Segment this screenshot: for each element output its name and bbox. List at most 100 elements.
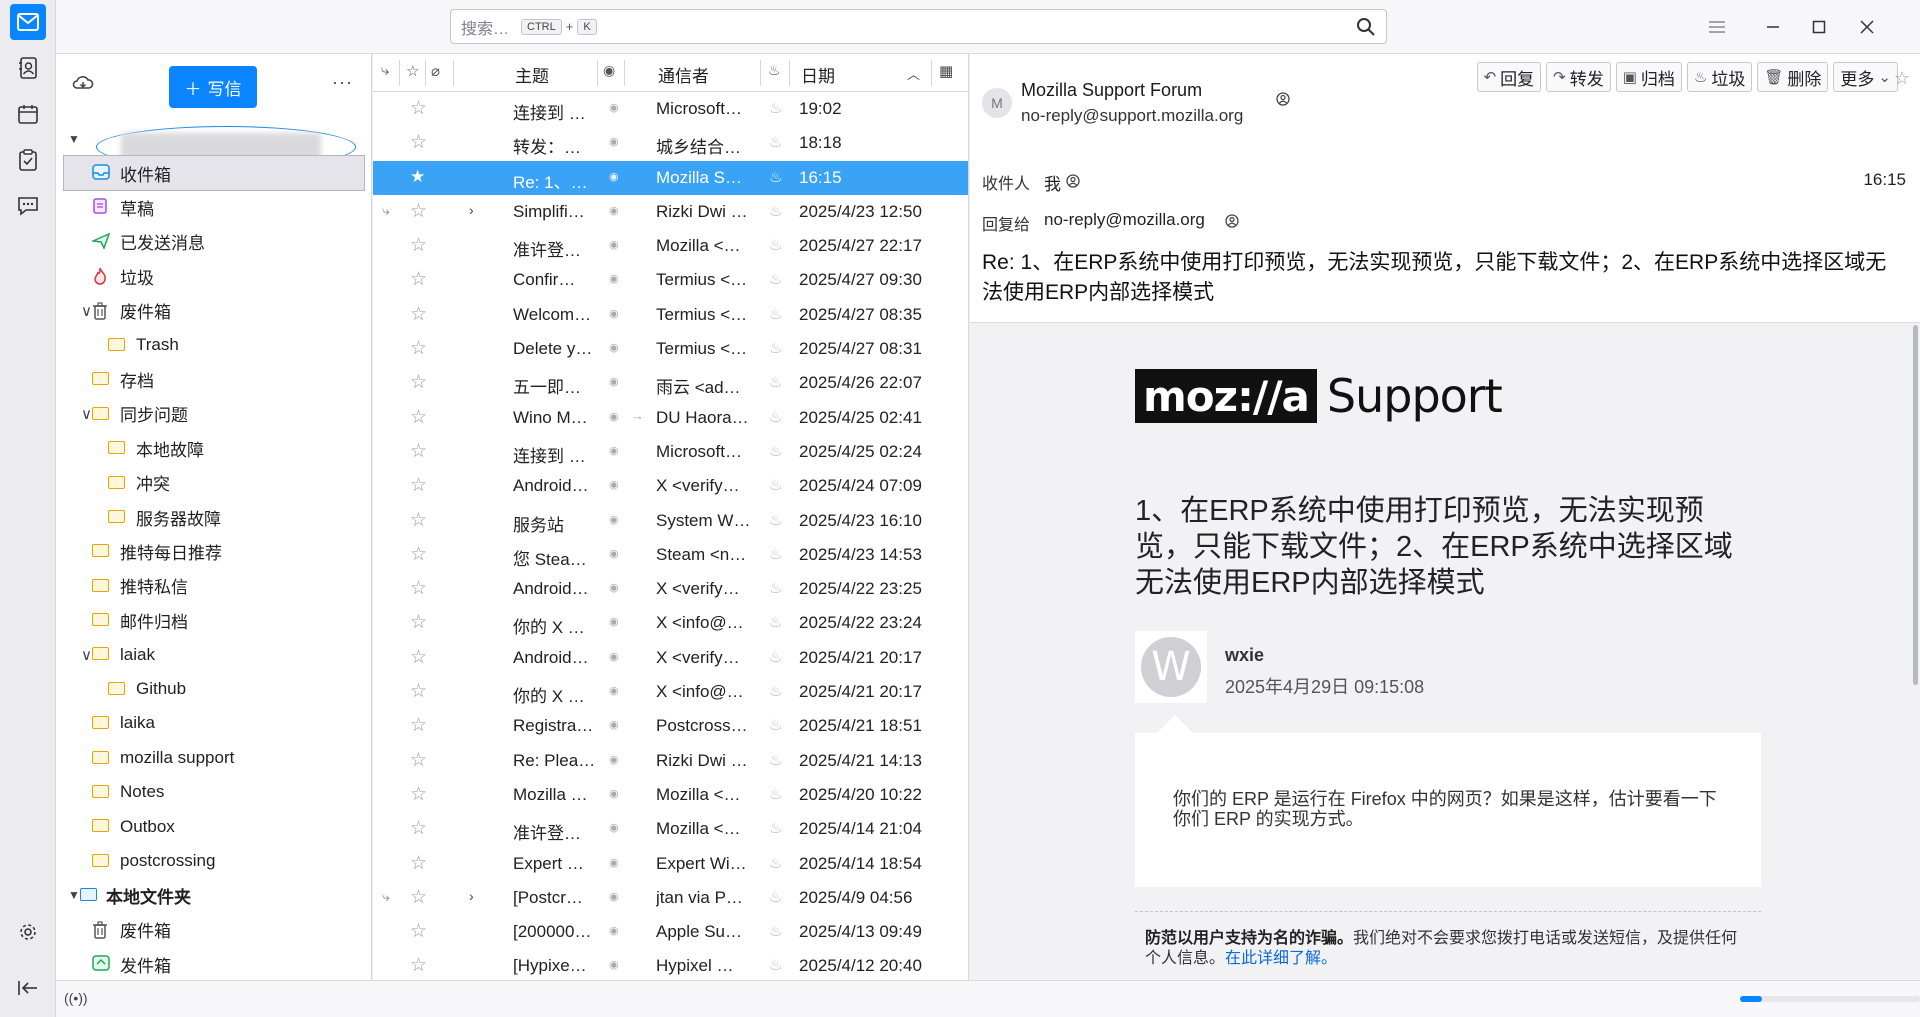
tasks-icon[interactable] [10, 142, 46, 178]
junk-status-icon[interactable]: ♨ [769, 511, 782, 529]
folder-item[interactable]: Github [56, 672, 371, 706]
junk-status-icon[interactable]: ♨ [769, 133, 782, 151]
read-status-column-icon[interactable]: ◉ [603, 62, 615, 79]
junk-status-icon[interactable]: ♨ [769, 751, 782, 769]
folder-item[interactable]: 冲突 [56, 466, 371, 500]
folder-item[interactable]: Outbox [56, 809, 371, 843]
star-column-icon[interactable]: ☆ [406, 62, 419, 80]
folder-item[interactable]: ∨ 同步问题 [56, 397, 371, 431]
message-row[interactable]: ☆ [200000… ◉ Apple Su… ♨ 2025/4/13 09:49 [373, 915, 968, 949]
junk-status-icon[interactable]: ♨ [769, 305, 782, 323]
address-book-icon[interactable] [10, 50, 46, 86]
star-icon[interactable]: ☆ [410, 440, 428, 463]
subject-column-header[interactable]: 主题 [515, 62, 549, 87]
read-status-icon[interactable]: ◉ [609, 547, 619, 560]
more-button[interactable]: 更多 ⌄ [1833, 62, 1898, 92]
junk-status-icon[interactable]: ♨ [769, 168, 782, 186]
folder-item[interactable]: 推特私信 [56, 569, 371, 603]
junk-status-icon[interactable]: ♨ [769, 236, 782, 254]
message-row[interactable]: ☆ Expert … ◉ Expert Wi… ♨ 2025/4/14 18:54 [373, 847, 968, 881]
message-row[interactable]: ☆ 连接到 … ◉ Microsoft… ♨ 19:02 [373, 92, 968, 126]
junk-status-icon[interactable]: ♨ [769, 99, 782, 117]
learn-more-link[interactable]: 在此详细了解。 [1225, 950, 1337, 967]
folder-item[interactable]: ∨ 废件箱 [56, 294, 371, 328]
star-icon[interactable]: ☆ [410, 886, 428, 909]
read-status-icon[interactable]: ◉ [609, 101, 619, 114]
read-status-icon[interactable]: ◉ [609, 513, 619, 526]
star-icon[interactable]: ☆ [410, 303, 428, 326]
read-status-icon[interactable]: ◉ [609, 341, 619, 354]
write-button[interactable]: ＋ 写信 [169, 66, 257, 108]
search-icon[interactable] [1354, 15, 1378, 39]
junk-status-icon[interactable]: ♨ [769, 956, 782, 974]
message-row[interactable]: ☆ 转发：… ◉ 城乡结合… ♨ 18:18 [373, 126, 968, 160]
junk-status-icon[interactable]: ♨ [769, 682, 782, 700]
message-row[interactable]: ☆ 五一即… ◉ 雨云 <ad… ♨ 2025/4/26 22:07 [373, 366, 968, 400]
date-column-header[interactable]: 日期 [801, 62, 835, 87]
message-row[interactable]: ☆ Mozilla … ◉ Mozilla <… ♨ 2025/4/20 10:22 [373, 778, 968, 812]
read-status-icon[interactable]: ◉ [609, 650, 619, 663]
star-icon[interactable]: ☆ [1894, 68, 1910, 89]
folder-item[interactable]: 邮件归档 [56, 603, 371, 637]
chat-icon[interactable] [10, 188, 46, 224]
star-icon[interactable]: ☆ [410, 337, 428, 360]
star-icon[interactable]: ☆ [410, 371, 428, 394]
contact-icon[interactable] [1066, 174, 1080, 193]
junk-status-icon[interactable]: ♨ [769, 922, 782, 940]
message-row[interactable]: ☆ Welcom… ◉ Termius <… ♨ 2025/4/27 08:35 [373, 298, 968, 332]
junk-button[interactable]: ♨ 垃圾 [1686, 62, 1753, 92]
junk-status-icon[interactable]: ♨ [769, 579, 782, 597]
calendar-icon[interactable] [10, 96, 46, 132]
attachment-column-icon[interactable]: ⌀ [431, 62, 440, 80]
message-row[interactable]: ☆ 你的 X … ◉ X <info@… ♨ 2025/4/22 23:24 [373, 606, 968, 640]
star-icon[interactable]: ☆ [410, 852, 428, 875]
junk-status-icon[interactable]: ♨ [769, 339, 782, 357]
folder-item[interactable]: 草稿 [56, 190, 371, 224]
read-status-icon[interactable]: ◉ [609, 307, 619, 320]
correspondent-column-header[interactable]: 通信者 [658, 62, 709, 87]
message-row[interactable]: ⤷ › ☆ [Postcr… ◉ jtan via P… ♨ 2025/4/9 04:56 [373, 881, 968, 915]
star-icon[interactable]: ☆ [410, 474, 428, 497]
read-status-icon[interactable]: ◉ [609, 410, 619, 423]
read-status-icon[interactable]: ◉ [609, 958, 619, 971]
read-status-icon[interactable]: ◉ [609, 444, 619, 457]
junk-column-icon[interactable]: ♨ [768, 62, 781, 79]
folder-item[interactable]: ∨ laiak [56, 637, 371, 671]
read-status-icon[interactable]: ◉ [609, 753, 619, 766]
star-icon[interactable]: ★ [410, 167, 428, 187]
column-picker-icon[interactable]: ▦ [939, 62, 953, 80]
read-status-icon[interactable]: ◉ [609, 204, 619, 217]
star-icon[interactable]: ☆ [410, 234, 428, 257]
message-row[interactable]: ☆ Android… ◉ X <verify… ♨ 2025/4/21 20:17 [373, 641, 968, 675]
message-row[interactable]: ☆ Re: Plea… ◉ Rizki Dwi … ♨ 2025/4/21 14:13 [373, 744, 968, 778]
junk-status-icon[interactable]: ♨ [769, 408, 782, 426]
message-row[interactable]: ⤷ › ☆ Simplifi… ◉ Rizki Dwi … ♨ 2025/4/23 12:50 [373, 195, 968, 229]
folder-item[interactable]: 存档 [56, 362, 371, 396]
star-icon[interactable]: ☆ [410, 131, 428, 154]
activity-icon[interactable]: ((•)) [64, 990, 88, 1006]
read-status-icon[interactable]: ◉ [609, 890, 619, 903]
maximize-icon[interactable] [1804, 12, 1834, 42]
body-scrollbar[interactable] [1913, 325, 1918, 685]
star-icon[interactable]: ☆ [410, 268, 428, 291]
get-messages-icon[interactable] [72, 74, 94, 97]
read-status-icon[interactable]: ◉ [609, 238, 619, 251]
folder-item[interactable]: 收件箱 [63, 154, 365, 192]
to-value[interactable]: 我 [1044, 170, 1061, 195]
read-status-icon[interactable]: ◉ [609, 135, 619, 148]
read-status-icon[interactable]: ◉ [609, 821, 619, 834]
message-row[interactable]: ☆ 准许登… ◉ Mozilla <… ♨ 2025/4/27 22:17 [373, 229, 968, 263]
folder-item[interactable]: 已发送消息 [56, 225, 371, 259]
message-row[interactable]: ☆ 您 Stea… ◉ Steam <n… ♨ 2025/4/23 14:53 [373, 538, 968, 572]
folder-item[interactable]: 本地故障 [56, 431, 371, 465]
message-row[interactable]: ☆ Registra… ◉ Postcross… ♨ 2025/4/21 18:51 [373, 709, 968, 743]
star-icon[interactable]: ☆ [410, 714, 428, 737]
star-icon[interactable]: ☆ [410, 646, 428, 669]
read-status-icon[interactable]: ◉ [609, 478, 619, 491]
junk-status-icon[interactable]: ♨ [769, 888, 782, 906]
message-row[interactable]: ☆ Confir… ◉ Termius <… ♨ 2025/4/27 09:30 [373, 263, 968, 297]
message-row[interactable]: ☆ [Hypixe… ◉ Hypixel … ♨ 2025/4/12 20:40 [373, 949, 968, 980]
folder-item[interactable]: Notes [56, 775, 371, 809]
contact-icon[interactable] [1225, 214, 1239, 233]
junk-status-icon[interactable]: ♨ [769, 373, 782, 391]
